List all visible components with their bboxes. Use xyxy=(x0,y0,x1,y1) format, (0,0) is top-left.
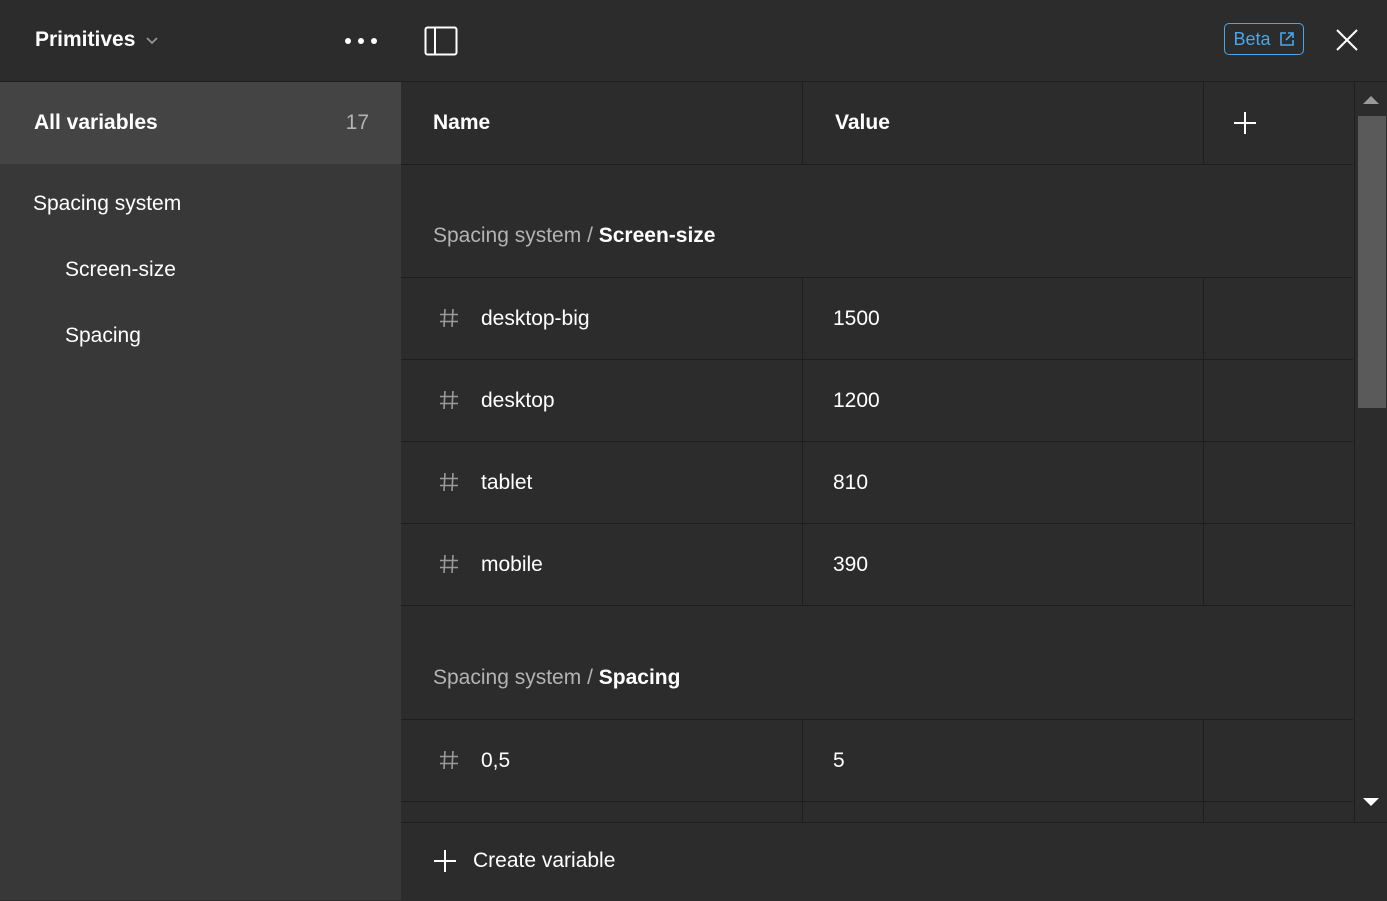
group-name-label: Spacing xyxy=(598,666,681,689)
number-hash-icon xyxy=(440,554,458,574)
cell-divider xyxy=(1203,278,1204,360)
table-header: Name Value xyxy=(401,82,1353,165)
scrollbar[interactable] xyxy=(1354,82,1387,822)
sidebar-item-all-variables[interactable]: All variables 17 xyxy=(0,82,401,164)
sidebar-item-screen-size[interactable]: Screen-size xyxy=(65,258,176,282)
variable-name: 0,5 xyxy=(481,748,511,772)
group-separator: / xyxy=(581,224,599,247)
scroll-down-arrow-icon[interactable] xyxy=(1363,798,1379,806)
beta-badge[interactable]: Beta xyxy=(1224,23,1304,55)
group-parent-label: Spacing system xyxy=(433,224,582,247)
variable-value[interactable]: 5 xyxy=(833,720,845,801)
sidebar: Primitives All variables 17 Spacing syst… xyxy=(0,0,402,900)
topbar: Beta xyxy=(401,0,1387,82)
variable-name: desktop-big xyxy=(481,306,590,330)
cell-divider xyxy=(802,442,803,524)
sidebar-item-spacing[interactable]: Spacing xyxy=(65,324,141,348)
main-panel: Beta Name Value Spacing system / Screen-… xyxy=(401,0,1387,901)
table-row[interactable]: mobile 390 xyxy=(401,524,1353,606)
all-variables-count: 17 xyxy=(345,111,369,134)
group-name-label: Screen-size xyxy=(598,224,716,247)
table-row-partial xyxy=(401,802,1353,822)
cell-divider xyxy=(802,278,803,360)
cell-divider xyxy=(802,802,803,822)
create-variable-label: Create variable xyxy=(473,849,616,872)
close-icon[interactable] xyxy=(1335,28,1359,52)
scroll-thumb[interactable] xyxy=(1358,116,1386,408)
number-hash-icon xyxy=(440,308,458,328)
all-variables-label: All variables xyxy=(34,111,158,134)
table-row[interactable]: desktop 1200 xyxy=(401,360,1353,442)
collection-dropdown[interactable]: Primitives xyxy=(35,28,159,52)
cell-divider xyxy=(802,360,803,442)
sidebar-header: Primitives xyxy=(0,0,401,82)
table-row[interactable]: desktop-big 1500 xyxy=(401,278,1353,360)
variable-name: tablet xyxy=(481,470,533,494)
column-divider xyxy=(1203,82,1204,164)
column-divider xyxy=(802,82,803,164)
more-options-button[interactable] xyxy=(342,30,380,52)
create-variable-button[interactable]: Create variable xyxy=(433,849,615,873)
number-hash-icon xyxy=(440,390,458,410)
column-header-value[interactable]: Value xyxy=(835,82,890,164)
group-header-screen-size: Spacing system / Screen-size xyxy=(433,224,715,248)
beta-label: Beta xyxy=(1233,28,1271,49)
panel-toggle-icon[interactable] xyxy=(424,26,458,56)
variable-value[interactable]: 390 xyxy=(833,524,868,605)
plus-icon xyxy=(434,850,456,872)
cell-divider xyxy=(1203,442,1204,524)
table-row[interactable]: tablet 810 xyxy=(401,442,1353,524)
collection-title: Primitives xyxy=(35,28,136,51)
group-header-spacing: Spacing system / Spacing xyxy=(433,666,680,690)
cell-divider xyxy=(1203,720,1204,802)
number-hash-icon xyxy=(440,750,458,770)
cell-divider xyxy=(1203,802,1204,822)
more-icon xyxy=(345,38,377,44)
cell-divider xyxy=(1203,524,1204,606)
cell-divider xyxy=(1203,360,1204,442)
variable-value[interactable]: 1200 xyxy=(833,360,880,441)
cell-divider xyxy=(802,524,803,606)
column-header-name[interactable]: Name xyxy=(433,82,490,164)
variable-value[interactable]: 1500 xyxy=(833,278,880,359)
sidebar-item-spacing-system[interactable]: Spacing system xyxy=(33,192,181,216)
scroll-up-arrow-icon[interactable] xyxy=(1363,96,1379,104)
variable-value[interactable]: 810 xyxy=(833,442,868,523)
variable-name: desktop xyxy=(481,388,555,412)
variable-name: mobile xyxy=(481,552,543,576)
cell-divider xyxy=(802,720,803,802)
variables-modal: Primitives All variables 17 Spacing syst… xyxy=(0,0,1387,901)
group-separator: / xyxy=(581,666,599,689)
table-row[interactable]: 0,5 5 xyxy=(401,720,1353,802)
footer: Create variable xyxy=(401,822,1387,901)
plus-icon[interactable] xyxy=(1232,110,1258,136)
group-parent-label: Spacing system xyxy=(433,666,582,689)
chevron-down-icon xyxy=(146,37,158,45)
number-hash-icon xyxy=(440,472,458,492)
external-link-icon xyxy=(1279,32,1294,46)
